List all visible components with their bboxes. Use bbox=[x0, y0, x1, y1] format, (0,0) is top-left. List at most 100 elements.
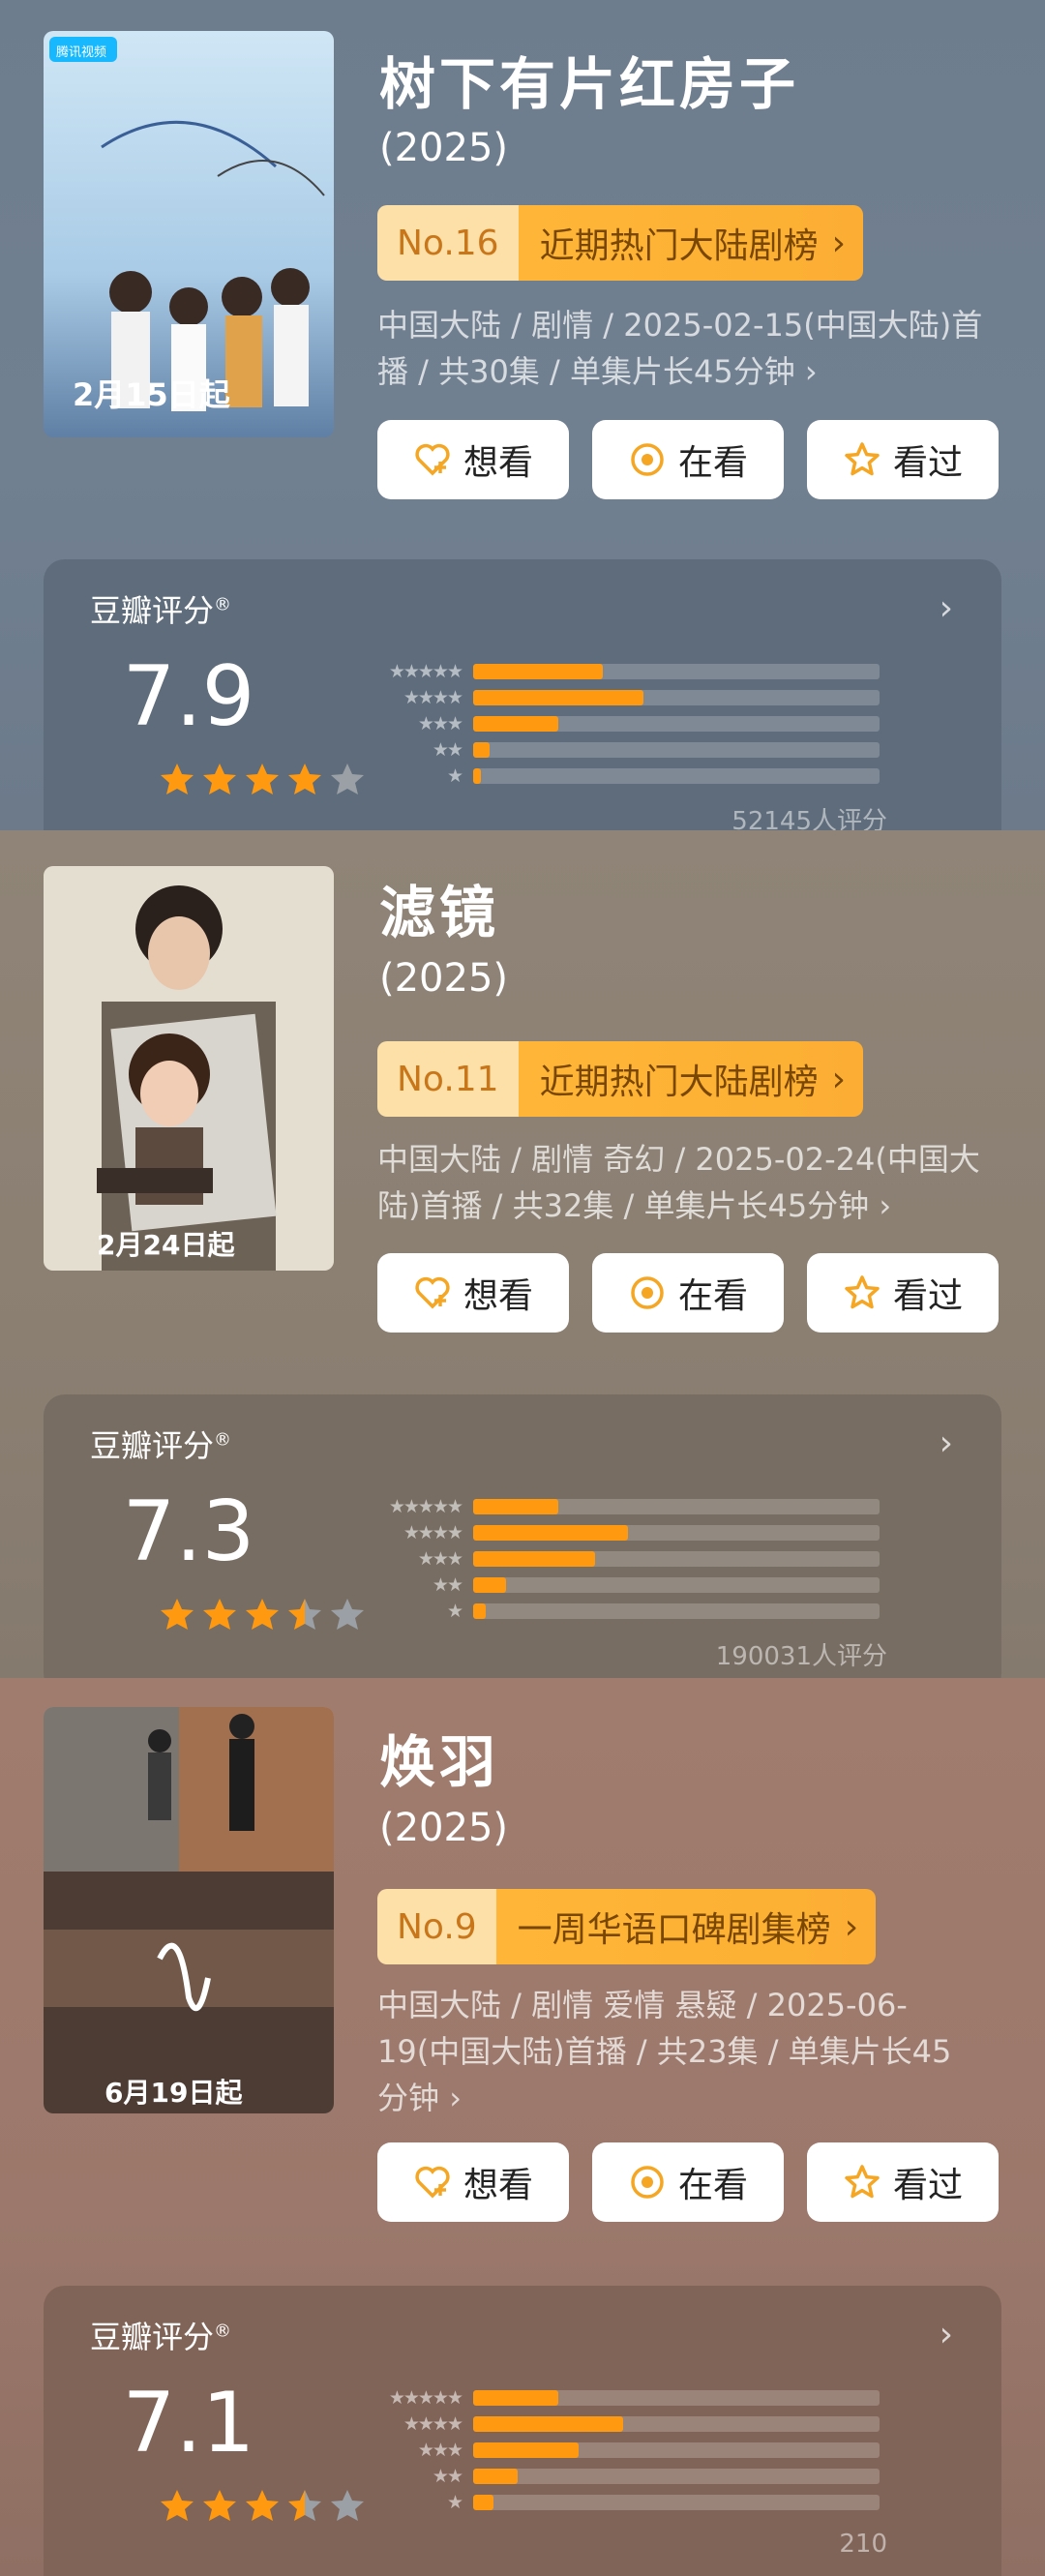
drama-section-1: 腾讯视频 2月15日起 树下有片红房子 (2025) No.16 近期热门大陆剧… bbox=[0, 0, 1045, 859]
rank-number: No.16 bbox=[377, 205, 519, 281]
meta-text: 中国大陆 / 剧情 爱情 悬疑 / 2025-06-19(中国大陆)首播 / 共… bbox=[377, 1987, 952, 2116]
star-level-icon: ★ bbox=[446, 2491, 463, 2513]
drama-title[interactable]: 焕羽 bbox=[379, 1717, 499, 1798]
rating-bar-fill bbox=[473, 2494, 493, 2510]
drama-year: (2025) bbox=[379, 1806, 509, 1850]
rank-number: No.11 bbox=[377, 1041, 519, 1117]
rating-bar-row: ★ bbox=[365, 2489, 880, 2515]
rank-badge[interactable]: No.11 近期热门大陆剧榜 › bbox=[377, 1041, 863, 1117]
watched-button[interactable]: 看过 bbox=[807, 2142, 999, 2222]
rank-badge[interactable]: No.9 一周华语口碑剧集榜 › bbox=[377, 1889, 877, 1964]
drama-section-3: 6月19日起 焕羽 (2025) No.9 一周华语口碑剧集榜 › 中国大陆 / … bbox=[0, 1678, 1045, 2576]
star-rating bbox=[158, 2487, 367, 2526]
rating-count: 210 bbox=[839, 2530, 887, 2559]
rating-bar-row: ★★★ bbox=[365, 710, 880, 736]
star-icon bbox=[203, 1599, 236, 1630]
rating-score: 7.9 bbox=[122, 648, 255, 745]
watching-button[interactable]: 在看 bbox=[592, 1253, 784, 1333]
drama-meta[interactable]: 中国大陆 / 剧情 / 2025-02-15(中国大陆)首播 / 共30集 / … bbox=[377, 302, 1006, 395]
rating-bar-row: ★★ bbox=[365, 1572, 880, 1598]
drama-title[interactable]: 滤镜 bbox=[379, 867, 499, 948]
drama-title[interactable]: 树下有片红房子 bbox=[379, 39, 799, 120]
star-level-icon: ★★★★ bbox=[403, 686, 463, 708]
star-icon bbox=[161, 2490, 194, 2521]
rank-list-name: 一周华语口碑剧集榜 bbox=[517, 1910, 831, 1950]
rating-bar-row: ★★★★ bbox=[365, 2411, 880, 2437]
watched-label: 看过 bbox=[892, 1276, 963, 1316]
rating-bar-fill bbox=[473, 1576, 506, 1593]
rating-bar-row: ★★★ bbox=[365, 2437, 880, 2463]
rating-bar-fill bbox=[473, 663, 604, 679]
drama-year: (2025) bbox=[379, 956, 509, 1001]
poster-date: 2月15日起 bbox=[73, 376, 230, 413]
star-outline-icon bbox=[845, 442, 880, 476]
heart-plus-icon bbox=[415, 1276, 450, 1309]
rating-bar-row: ★★★★★ bbox=[365, 1493, 880, 1519]
star-icon bbox=[331, 764, 364, 794]
poster-image[interactable] bbox=[44, 866, 334, 1271]
chevron-right-icon: › bbox=[939, 1423, 953, 1463]
star-rating bbox=[158, 1596, 367, 1634]
want-button[interactable]: 想看 bbox=[377, 420, 569, 499]
star-icon bbox=[246, 764, 279, 794]
star-level-icon: ★★★★ bbox=[403, 1521, 463, 1543]
rating-label: 豆瓣评分® bbox=[90, 592, 232, 629]
star-level-icon: ★★★★ bbox=[403, 2412, 463, 2435]
heart-plus-icon bbox=[415, 443, 450, 476]
star-icon bbox=[203, 2490, 236, 2521]
watched-label: 看过 bbox=[892, 443, 963, 483]
rating-bar-row: ★★ bbox=[365, 736, 880, 763]
poster-date: 6月19日起 bbox=[104, 2077, 243, 2109]
rating-bar-row: ★★ bbox=[365, 2463, 880, 2489]
star-outline-icon bbox=[845, 2165, 880, 2199]
star-level-icon: ★★ bbox=[432, 1573, 463, 1596]
star-level-icon: ★ bbox=[446, 1600, 463, 1622]
rating-card[interactable]: 豆瓣评分® › 7.3 ★★★★★ ★★★★ ★★★ ★★ ★ 190031人评分 bbox=[44, 1394, 1001, 1694]
star-icon bbox=[288, 764, 321, 794]
rating-bar-row: ★★★★ bbox=[365, 684, 880, 710]
drama-meta[interactable]: 中国大陆 / 剧情 爱情 悬疑 / 2025-06-19(中国大陆)首播 / 共… bbox=[377, 1982, 977, 2121]
rating-bar-row: ★ bbox=[365, 1598, 880, 1624]
rating-score: 7.3 bbox=[122, 1483, 255, 1580]
rating-card[interactable]: 豆瓣评分® › 7.1 ★★★★★ ★★★★ ★★★ ★★ ★ 210 bbox=[44, 2286, 1001, 2576]
star-level-icon: ★ bbox=[446, 764, 463, 787]
chevron-right-icon: › bbox=[939, 588, 953, 628]
rank-number: No.9 bbox=[377, 1889, 496, 1964]
star-level-icon: ★★ bbox=[432, 2465, 463, 2487]
poster-image[interactable] bbox=[44, 1707, 334, 2113]
rating-bar-fill bbox=[473, 741, 490, 758]
rank-badge[interactable]: No.16 近期热门大陆剧榜 › bbox=[377, 205, 863, 281]
want-button[interactable]: 想看 bbox=[377, 2142, 569, 2222]
star-level-icon: ★★★ bbox=[417, 1547, 463, 1570]
watched-button[interactable]: 看过 bbox=[807, 420, 999, 499]
watching-button[interactable]: 在看 bbox=[592, 2142, 784, 2222]
star-outline-icon bbox=[845, 1275, 880, 1309]
rating-bar-fill bbox=[473, 1550, 595, 1567]
star-level-icon: ★★★ bbox=[417, 712, 463, 734]
poster-logo: 腾讯视频 bbox=[56, 45, 107, 60]
rating-bar-fill bbox=[473, 1603, 486, 1619]
want-label: 想看 bbox=[463, 443, 533, 483]
action-buttons: 想看 在看 看过 bbox=[377, 2142, 999, 2222]
watching-button[interactable]: 在看 bbox=[592, 420, 784, 499]
want-label: 想看 bbox=[463, 2166, 533, 2205]
rating-bar-fill bbox=[473, 2468, 519, 2484]
watching-label: 在看 bbox=[677, 443, 748, 483]
star-level-icon: ★★ bbox=[432, 738, 463, 761]
rating-bar-fill bbox=[473, 767, 482, 784]
rating-bar-fill bbox=[473, 2415, 624, 2432]
want-button[interactable]: 想看 bbox=[377, 1253, 569, 1333]
star-level-icon: ★★★★★ bbox=[388, 2386, 463, 2409]
star-icon bbox=[246, 1599, 279, 1630]
rating-card[interactable]: 豆瓣评分® › 7.9 ★★★★★ ★★★★ ★★★ ★★ ★ 52145人评分 bbox=[44, 559, 1001, 859]
watching-icon bbox=[631, 443, 664, 476]
drama-meta[interactable]: 中国大陆 / 剧情 奇幻 / 2025-02-24(中国大陆)首播 / 共32集… bbox=[377, 1136, 1006, 1229]
chevron-right-icon: › bbox=[879, 1187, 892, 1224]
star-level-icon: ★★★ bbox=[417, 2439, 463, 2461]
rating-bar-row: ★ bbox=[365, 763, 880, 789]
action-buttons: 想看 在看 看过 bbox=[377, 1253, 999, 1333]
chevron-right-icon: › bbox=[831, 223, 846, 263]
drama-section-2: 2月24日起 滤镜 (2025) No.11 近期热门大陆剧榜 › 中国大陆 / … bbox=[0, 830, 1045, 1694]
watched-button[interactable]: 看过 bbox=[807, 1253, 999, 1333]
star-level-icon: ★★★★★ bbox=[388, 1495, 463, 1517]
